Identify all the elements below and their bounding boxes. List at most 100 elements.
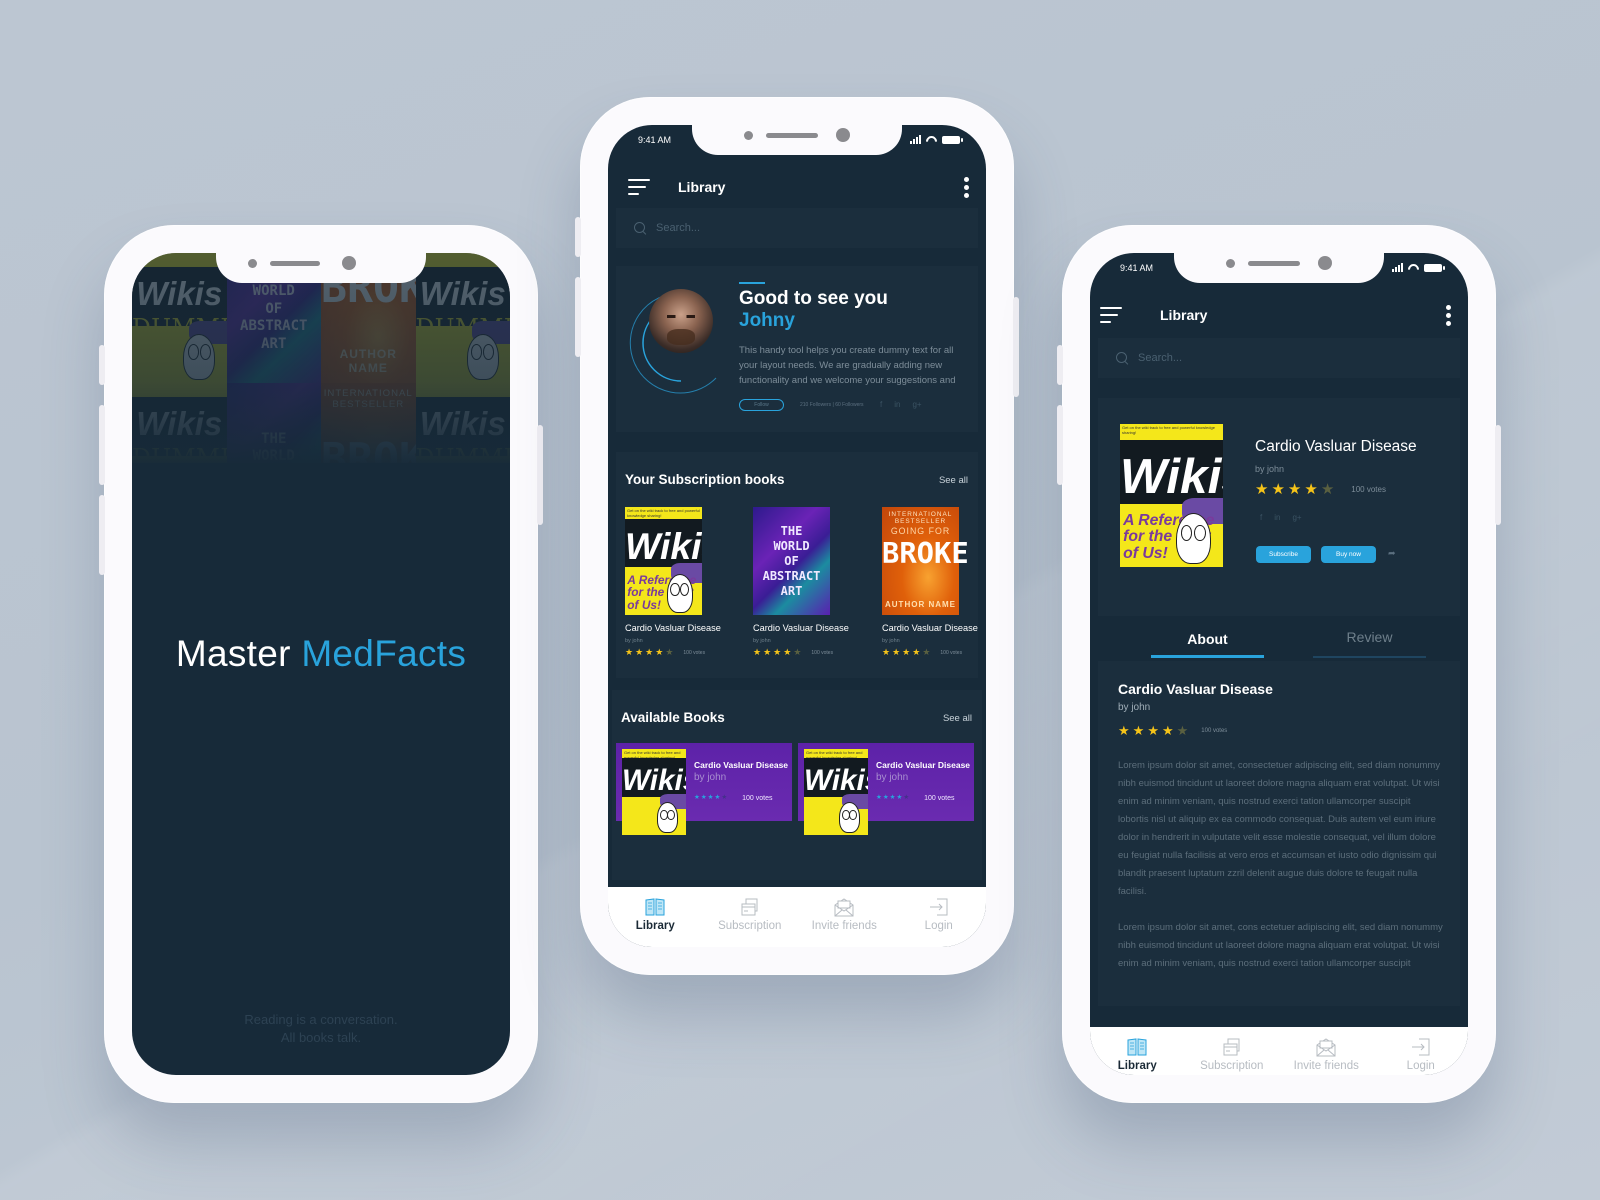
- star-icon: ★: [714, 794, 721, 802]
- side-button: [99, 495, 105, 575]
- detail-screen: 9:41 AM Library Get on the wiki track to…: [1090, 253, 1468, 1075]
- card-icon: [739, 897, 761, 917]
- tab-label: About: [1187, 631, 1228, 647]
- star-icon: ★: [902, 647, 911, 657]
- welcome-card: Good to see you Johny This handy tool he…: [616, 266, 978, 432]
- side-button: [1495, 425, 1501, 525]
- star-icon: ★: [892, 647, 901, 657]
- tab-label: Login: [1406, 1060, 1435, 1072]
- follow-button[interactable]: Follow: [739, 399, 784, 411]
- kebab-icon[interactable]: [964, 177, 970, 199]
- tab-label: Library: [635, 920, 675, 932]
- welcome-heading: Good to see you Johny: [739, 288, 888, 332]
- star-icon: ★: [1271, 481, 1285, 498]
- tab-label: Invite friends: [811, 920, 877, 932]
- search-input[interactable]: [1138, 352, 1414, 364]
- search-icon: [1116, 352, 1128, 364]
- tab-subscription[interactable]: Subscription: [1185, 1027, 1280, 1075]
- book-cover: Get on the wiki track to free and powerf…: [804, 749, 868, 835]
- book-item[interactable]: INTERNATIONAL BESTSELLER GOING FOR BROKE…: [882, 507, 986, 657]
- buy-now-button[interactable]: Buy now: [1321, 546, 1376, 563]
- rating: ★ ★ ★ ★ ★ 100 votes: [876, 795, 955, 802]
- see-all-link[interactable]: See all: [943, 713, 972, 724]
- see-all-link[interactable]: See all: [939, 475, 968, 486]
- votes-count: 100 votes: [742, 795, 773, 802]
- available-book-card[interactable]: Get on the wiki track to free and powerf…: [798, 743, 974, 835]
- status-bar: 9:41 AM: [1090, 263, 1468, 279]
- side-button: [575, 217, 581, 257]
- hamburger-icon[interactable]: [628, 179, 650, 195]
- star-icon: ★: [655, 647, 664, 657]
- star-icon: ★: [625, 647, 634, 657]
- page-title: Library: [678, 179, 726, 195]
- app-bar: Library: [608, 169, 986, 209]
- about-paragraph: Lorem ipsum dolor sit amet, cons ectetue…: [1118, 922, 1443, 969]
- tab-library[interactable]: Library: [608, 887, 703, 947]
- star-icon: ★: [896, 794, 903, 802]
- tagline: Reading is a conversation. All books tal…: [132, 1011, 510, 1047]
- book-title: Cardio Vasluar Disease: [694, 760, 789, 770]
- greeting-text: Good to see you: [739, 288, 888, 309]
- tab-about[interactable]: About: [1151, 618, 1264, 662]
- login-icon: [1410, 1037, 1432, 1057]
- book-author: by john: [882, 638, 900, 644]
- covers-overlay: [132, 253, 510, 468]
- facebook-icon[interactable]: f: [1260, 513, 1262, 522]
- bottom-tab-bar: Library Subscription Invite friends Logi…: [608, 887, 986, 947]
- search-bar[interactable]: [616, 208, 978, 248]
- facebook-icon[interactable]: f: [880, 400, 882, 409]
- star-icon: ★: [882, 647, 891, 657]
- notch: [216, 253, 426, 283]
- tab-invite-friends[interactable]: Invite friends: [1279, 1027, 1374, 1075]
- linkedin-icon[interactable]: in: [894, 400, 900, 409]
- star-icon: ★: [1118, 723, 1130, 738]
- rating: ★ ★ ★ ★ ★ 100 votes: [1118, 724, 1227, 737]
- envelope-icon: [1315, 1037, 1337, 1057]
- subscribe-button[interactable]: Subscribe: [1256, 546, 1311, 563]
- rating: ★ ★ ★ ★ ★ 100 votes: [882, 648, 986, 657]
- section-title: Your Subscription books: [625, 472, 785, 487]
- star-icon: ★: [922, 647, 931, 657]
- star-icon: ★: [1287, 481, 1302, 498]
- rating: ★ ★ ★ ★ ★ 100 votes: [1255, 482, 1386, 497]
- tab-login[interactable]: Login: [1374, 1027, 1469, 1075]
- google-plus-icon[interactable]: g+: [1292, 513, 1301, 522]
- side-button: [1057, 405, 1063, 485]
- star-icon: ★: [763, 647, 772, 657]
- book-title: Cardio Vasluar Disease: [753, 623, 849, 633]
- search-bar[interactable]: [1098, 338, 1460, 378]
- star-icon: ★: [912, 647, 921, 657]
- rating: ★ ★ ★ ★ ★ 100 votes: [753, 648, 863, 657]
- book-open-icon: [644, 897, 666, 917]
- tab-invite-friends[interactable]: Invite friends: [797, 887, 892, 947]
- hamburger-icon[interactable]: [1100, 307, 1122, 323]
- book-item[interactable]: THE WORLD OF ABSTRACT ART Cardio Vasluar Dis…: [753, 507, 863, 657]
- tab-login[interactable]: Login: [892, 887, 987, 947]
- star-icon: ★: [903, 794, 910, 802]
- login-icon: [928, 897, 950, 917]
- star-icon: ★: [635, 647, 644, 657]
- wifi-icon: [1408, 264, 1419, 272]
- linkedin-icon[interactable]: in: [1274, 513, 1280, 522]
- side-button: [99, 345, 105, 385]
- kebab-icon[interactable]: [1446, 305, 1452, 327]
- votes-count: 100 votes: [1201, 727, 1228, 734]
- share-icon[interactable]: ➦: [1388, 548, 1396, 559]
- book-title: Cardio Vasluar Disease: [882, 623, 978, 633]
- user-name: Johny: [739, 310, 795, 331]
- book-title: Cardio Vasluar Disease: [876, 760, 971, 770]
- available-book-card[interactable]: Get on the wiki track to free and powerf…: [616, 743, 792, 835]
- tab-indicator: [1151, 655, 1264, 658]
- votes-count: 100 votes: [940, 649, 963, 656]
- clock: 9:41 AM: [1120, 263, 1154, 273]
- tab-review[interactable]: Review: [1313, 618, 1426, 662]
- welcome-body: This handy tool helps you create dummy t…: [739, 345, 956, 386]
- tab-indicator: [1313, 656, 1426, 658]
- tab-library[interactable]: Library: [1090, 1027, 1185, 1075]
- book-cover: INTERNATIONAL BESTSELLER GOING FOR BROKE…: [882, 507, 969, 615]
- star-icon: ★: [721, 794, 728, 802]
- book-item[interactable]: Get on the wiki track to free and powerf…: [625, 507, 735, 657]
- google-plus-icon[interactable]: g+: [912, 400, 921, 409]
- search-input[interactable]: [656, 222, 932, 234]
- tab-subscription[interactable]: Subscription: [703, 887, 798, 947]
